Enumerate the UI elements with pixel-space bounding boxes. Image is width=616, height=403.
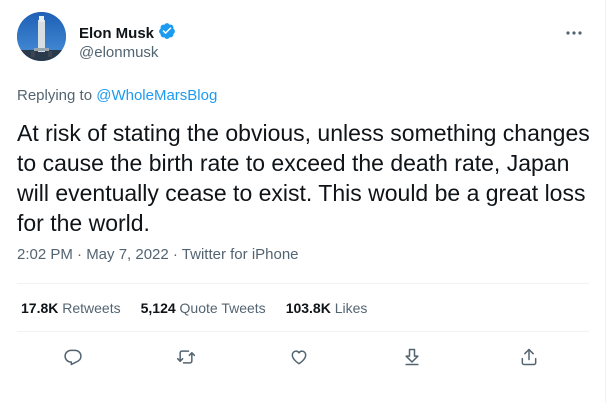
more-options-icon[interactable]	[563, 25, 585, 41]
tweet: Elon Musk @elonmusk Replying to @WholeMa…	[0, 0, 606, 403]
author-name[interactable]: Elon Musk	[79, 25, 154, 43]
retweets-count: 17.8K	[21, 300, 59, 316]
retweet-icon[interactable]	[174, 345, 198, 369]
engagement-stats: 17.8K Retweets 5,124 Quote Tweets 103.8K…	[21, 300, 367, 317]
replying-to-prefix: Replying to	[17, 87, 97, 104]
quote-tweets-label: Quote Tweets	[179, 300, 266, 316]
divider	[17, 283, 589, 284]
reply-icon[interactable]	[61, 345, 85, 369]
retweets-label: Retweets	[62, 300, 121, 316]
likes-count: 103.8K	[285, 300, 331, 316]
export-icon[interactable]	[517, 345, 541, 369]
replying-to: Replying to @WholeMarsBlog	[17, 87, 217, 105]
likes-stat[interactable]: 103.8K Likes	[286, 300, 368, 317]
like-icon[interactable]	[287, 345, 311, 369]
tweet-text: At risk of stating the obvious, unless s…	[17, 120, 590, 236]
quote-tweets-count: 5,124	[140, 300, 176, 316]
action-bar	[0, 345, 606, 369]
avatar[interactable]	[17, 12, 66, 61]
share-icon[interactable]	[400, 345, 424, 369]
retweets-stat[interactable]: 17.8K Retweets	[21, 300, 121, 317]
tweet-timestamp[interactable]: 2:02 PM · May 7, 2022 · Twitter for iPho…	[17, 246, 299, 264]
likes-label: Likes	[334, 300, 368, 316]
reply-target-link[interactable]: @WholeMarsBlog	[96, 87, 217, 104]
verified-badge-icon	[158, 22, 176, 45]
quote-tweets-stat[interactable]: 5,124 Quote Tweets	[141, 300, 266, 317]
divider	[17, 331, 589, 332]
author-handle[interactable]: @elonmusk	[79, 44, 158, 62]
